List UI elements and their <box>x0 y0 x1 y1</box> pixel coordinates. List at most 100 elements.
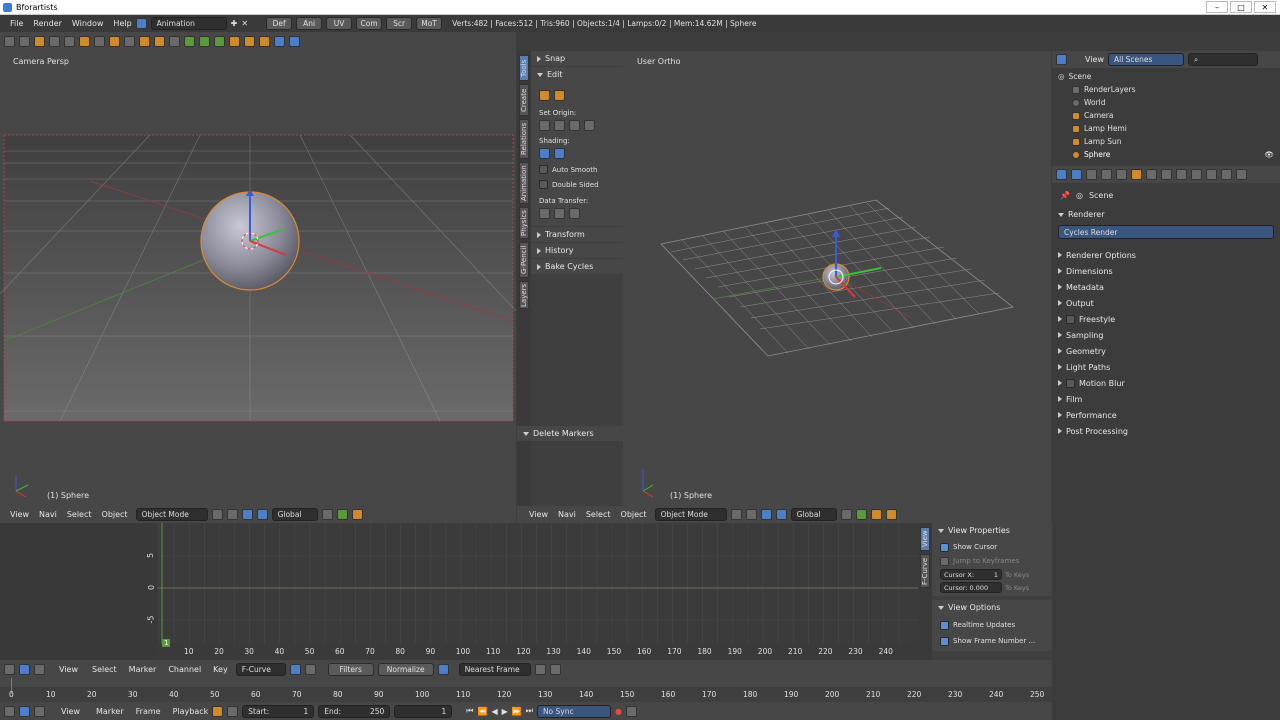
pin-icon[interactable]: 📌 <box>1060 191 1070 200</box>
curve-icon[interactable] <box>169 36 180 47</box>
auto-smooth-checkbox[interactable] <box>539 165 548 174</box>
timeline-menu-frame[interactable]: Frame <box>136 707 161 716</box>
tree-scene[interactable]: ◎ Scene <box>1058 70 1274 83</box>
play-reverse-icon[interactable]: ◀ <box>491 707 497 716</box>
tab-animation[interactable]: Animation <box>519 162 529 204</box>
tab-relations[interactable]: Relations <box>519 119 529 159</box>
tab-uv[interactable]: UV <box>326 17 353 30</box>
constraint-tab-icon[interactable] <box>1146 169 1157 180</box>
render-tab-icon[interactable] <box>1071 169 1082 180</box>
vr-menu-navi[interactable]: Navi <box>558 510 576 519</box>
mesh-icon[interactable] <box>184 36 195 47</box>
outliner-editor-icon[interactable] <box>1056 54 1067 65</box>
menu-help[interactable]: Help <box>113 19 131 28</box>
section-freestyle[interactable]: Freestyle <box>1052 311 1280 327</box>
graph-trash-icon[interactable] <box>549 663 561 675</box>
double-sided-checkbox[interactable] <box>539 180 548 189</box>
menu-file[interactable]: File <box>10 19 23 28</box>
tab-scr[interactable]: Scr <box>386 17 413 30</box>
menu-icon[interactable] <box>4 36 15 47</box>
minimize-button[interactable]: – <box>1206 1 1228 13</box>
vl-layers-icon[interactable] <box>321 509 333 520</box>
vl-translate-icon[interactable] <box>256 509 268 520</box>
smooth-icon[interactable] <box>539 148 550 159</box>
realtime-updates-checkbox[interactable] <box>940 620 949 630</box>
section-metadata[interactable]: Metadata <box>1052 279 1280 295</box>
transfer-data-icon[interactable] <box>539 208 550 219</box>
modifier-tab-icon[interactable] <box>1161 169 1172 180</box>
outliner-scene-select[interactable]: All Scenes <box>1107 53 1184 66</box>
vr-menu-object[interactable]: Object <box>621 510 647 519</box>
vr-mode-select[interactable]: Object Mode <box>654 508 727 521</box>
lamp-icon[interactable] <box>229 36 240 47</box>
vr-pivot-icon[interactable] <box>745 509 757 520</box>
graph-menu-marker[interactable]: Marker <box>129 665 157 674</box>
vr-menu-view[interactable]: View <box>529 510 548 519</box>
vl-menu-view[interactable]: View <box>10 510 29 519</box>
delete-icon[interactable] <box>154 36 165 47</box>
vr-menu-select[interactable]: Select <box>586 510 611 519</box>
render-engine-select[interactable]: Cycles Render <box>1058 225 1274 239</box>
properties-editor-icon[interactable] <box>1056 169 1067 180</box>
section-dimensions[interactable]: Dimensions <box>1052 263 1280 279</box>
import-icon[interactable] <box>79 36 90 47</box>
menu-window[interactable]: Window <box>72 19 104 28</box>
vl-menu-select[interactable]: Select <box>67 510 92 519</box>
section-renderer-options[interactable]: Renderer Options <box>1052 247 1280 263</box>
tree-lamp-sun[interactable]: Lamp Sun <box>1058 135 1274 148</box>
timeline[interactable]: 0 10 20 30 40 50 60 70 80 90 100 110 120 130 140 150 160… <box>0 678 1052 702</box>
auto-key-icon[interactable]: ● <box>615 707 622 716</box>
object-tab-icon[interactable] <box>1131 169 1142 180</box>
layout-icon[interactable] <box>135 18 147 29</box>
current-frame-marker[interactable]: 1 <box>162 639 171 647</box>
tab-tools[interactable]: Tools <box>519 55 529 81</box>
panel-view-properties[interactable]: View Properties <box>932 523 1052 538</box>
panel-view-options[interactable]: View Options <box>932 600 1052 615</box>
scene-tab-icon[interactable] <box>1101 169 1112 180</box>
vr-layers-icon[interactable] <box>840 509 852 520</box>
panel-snap[interactable]: Snap <box>531 51 623 66</box>
to-keys-y-button[interactable]: To Keys <box>1005 584 1029 592</box>
vl-menu-object[interactable]: Object <box>102 510 128 519</box>
current-frame-field[interactable]: 1 <box>394 704 453 718</box>
graph-only-selected-icon[interactable] <box>289 663 301 675</box>
timeline-menu-icon[interactable] <box>34 705 45 717</box>
graph-tab-fcurve[interactable]: F-Curve <box>920 554 930 588</box>
section-motion-blur[interactable]: Motion Blur <box>1052 375 1280 391</box>
graph-pivot-icon[interactable] <box>534 663 546 675</box>
vl-render-icon[interactable] <box>351 509 363 520</box>
tab-layers[interactable]: Layers <box>519 281 529 309</box>
section-post-processing[interactable]: Post Processing <box>1052 423 1280 439</box>
vl-snap-icon[interactable] <box>336 509 348 520</box>
tree-sphere[interactable]: Sphere 👁 <box>1058 148 1274 161</box>
flat-icon[interactable] <box>554 148 565 159</box>
tab-ani[interactable]: Ani <box>296 17 323 30</box>
panel-edit[interactable]: Edit <box>531 67 623 82</box>
vr-snap-icon[interactable] <box>855 509 867 520</box>
graph-editor-type-icon[interactable] <box>4 663 15 675</box>
remove-layout-button[interactable]: ✕ <box>241 19 248 28</box>
next-key-icon[interactable]: ⏩ <box>512 707 522 716</box>
keying-set-icon[interactable] <box>625 705 637 717</box>
graph-tab-view[interactable]: View <box>920 527 930 551</box>
show-cursor-checkbox[interactable] <box>940 542 949 552</box>
vl-orientation-select[interactable]: Global <box>271 508 318 521</box>
tab-create[interactable]: Create <box>519 84 529 116</box>
origin-geometry-icon[interactable] <box>539 120 550 131</box>
new-file-icon[interactable] <box>19 36 30 47</box>
start-frame-field[interactable]: Start: 1 <box>242 704 315 718</box>
vl-manipulator-icon[interactable] <box>241 509 253 520</box>
graph-menu-key[interactable]: Key <box>213 665 228 674</box>
freestyle-checkbox[interactable] <box>1066 314 1075 324</box>
tab-mot[interactable]: MoT <box>416 17 443 30</box>
physics-tab-icon[interactable] <box>1236 169 1247 180</box>
tree-camera[interactable]: Camera <box>1058 109 1274 122</box>
panel-bake[interactable]: Bake Cycles <box>531 259 623 274</box>
particles-tab-icon[interactable] <box>1221 169 1232 180</box>
cursor-y-field[interactable]: Cursor: 0.000 <box>940 582 1002 593</box>
world-tab-icon[interactable] <box>1116 169 1127 180</box>
sync-select[interactable]: No Sync <box>536 704 611 718</box>
maximize-button[interactable]: □ <box>1230 1 1252 13</box>
vr-camera-icon[interactable] <box>885 509 897 520</box>
join-icon[interactable] <box>539 90 550 101</box>
